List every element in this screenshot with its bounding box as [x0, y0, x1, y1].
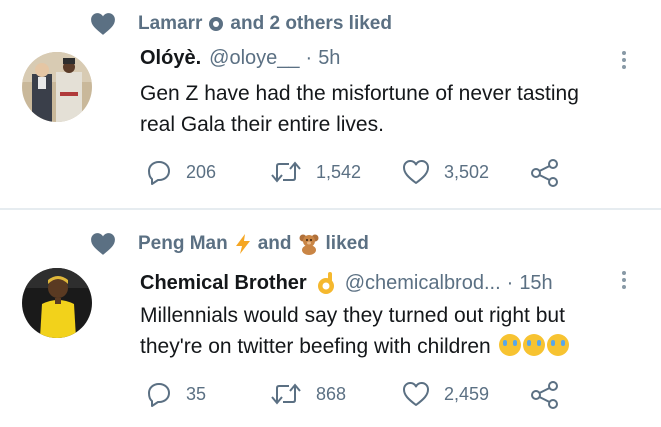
ok-hand-emoji-icon — [317, 272, 334, 294]
verified-gear-icon — [209, 17, 224, 31]
avatar-photo — [22, 268, 92, 338]
reply-button[interactable]: 35 — [146, 381, 206, 407]
like-count: 3,502 — [444, 161, 490, 182]
share-icon — [531, 159, 558, 187]
tweet-text-line: real Gala their entire lives. — [140, 113, 384, 136]
tweet-timestamp[interactable]: 15h — [519, 272, 552, 295]
like-button[interactable]: 2,459 — [402, 381, 489, 407]
separator-dot: · — [506, 271, 514, 294]
author-handle[interactable]: @chemicalbrod... — [345, 272, 501, 295]
more-vertical-icon[interactable] — [620, 268, 628, 292]
reply-count: 35 — [186, 383, 207, 404]
reply-icon — [148, 161, 170, 185]
tweet-timestamp[interactable]: 5h — [318, 47, 340, 70]
tweet-text-line: Millennials would say they turned out ri… — [140, 304, 565, 327]
social-liker-name[interactable]: Lamarr — [138, 13, 202, 35]
tweet-text-line: Gen Z have had the misfortune of never t… — [140, 82, 579, 105]
retweet-button[interactable]: 1,542 — [270, 159, 361, 185]
teddy-bear-emoji-icon — [299, 234, 319, 255]
more-vertical-icon[interactable] — [620, 48, 628, 72]
tweet-text-line-text: they're on twitter beefing with children — [140, 335, 491, 358]
social-context-liked: liked — [325, 233, 369, 254]
share-icon — [531, 381, 558, 409]
separator-dot: · — [305, 47, 313, 69]
tweet-1[interactable]: Lamarr and 2 others liked Olóyè. @oloye_… — [0, 0, 661, 208]
retweet-button[interactable]: 868 — [270, 381, 346, 407]
heart-icon — [91, 13, 115, 35]
like-icon — [403, 160, 429, 184]
reply-button[interactable]: 206 — [146, 159, 216, 185]
crying-face-emoji-icon — [546, 334, 569, 356]
crying-face-emoji-icon — [522, 334, 545, 356]
retweet-icon — [271, 161, 301, 183]
like-button[interactable]: 3,502 — [402, 159, 489, 185]
retweet-count: 868 — [316, 383, 347, 404]
social-context: Lamarr and 2 others liked — [90, 11, 392, 37]
like-count: 2,459 — [444, 383, 490, 404]
tweet-header: Olóyè. @oloye__ · 5h — [140, 47, 340, 70]
avatar[interactable] — [22, 268, 92, 338]
social-context-and: and — [257, 233, 292, 254]
social-liker-name[interactable]: Peng Man — [138, 233, 228, 255]
avatar[interactable] — [22, 52, 92, 122]
reply-icon — [148, 383, 170, 407]
avatar-photo — [22, 52, 92, 122]
tweet-text: Millennials would say they turned out ri… — [140, 300, 640, 362]
social-context: Peng Man and liked — [90, 231, 369, 257]
retweet-icon — [271, 383, 301, 405]
retweet-count: 1,542 — [316, 161, 362, 182]
author-name[interactable]: Chemical Brother — [140, 272, 307, 295]
tweet-text: Gen Z have had the misfortune of never t… — [140, 78, 640, 140]
lightning-emoji-icon — [235, 234, 250, 254]
share-button[interactable] — [530, 159, 560, 187]
tweet-text-line-2: they're on twitter beefing with children — [140, 331, 640, 362]
social-context-text: and 2 others liked — [230, 13, 392, 34]
author-handle[interactable]: @oloye__ — [209, 47, 299, 70]
crying-face-emoji-icon — [498, 334, 521, 356]
reply-count: 206 — [186, 161, 217, 182]
tweet-header: Chemical Brother @chemicalbrod... · 15h — [140, 271, 553, 295]
share-button[interactable] — [530, 381, 560, 409]
like-icon — [403, 382, 429, 406]
heart-icon — [91, 233, 115, 255]
author-name[interactable]: Olóyè. — [140, 47, 201, 70]
